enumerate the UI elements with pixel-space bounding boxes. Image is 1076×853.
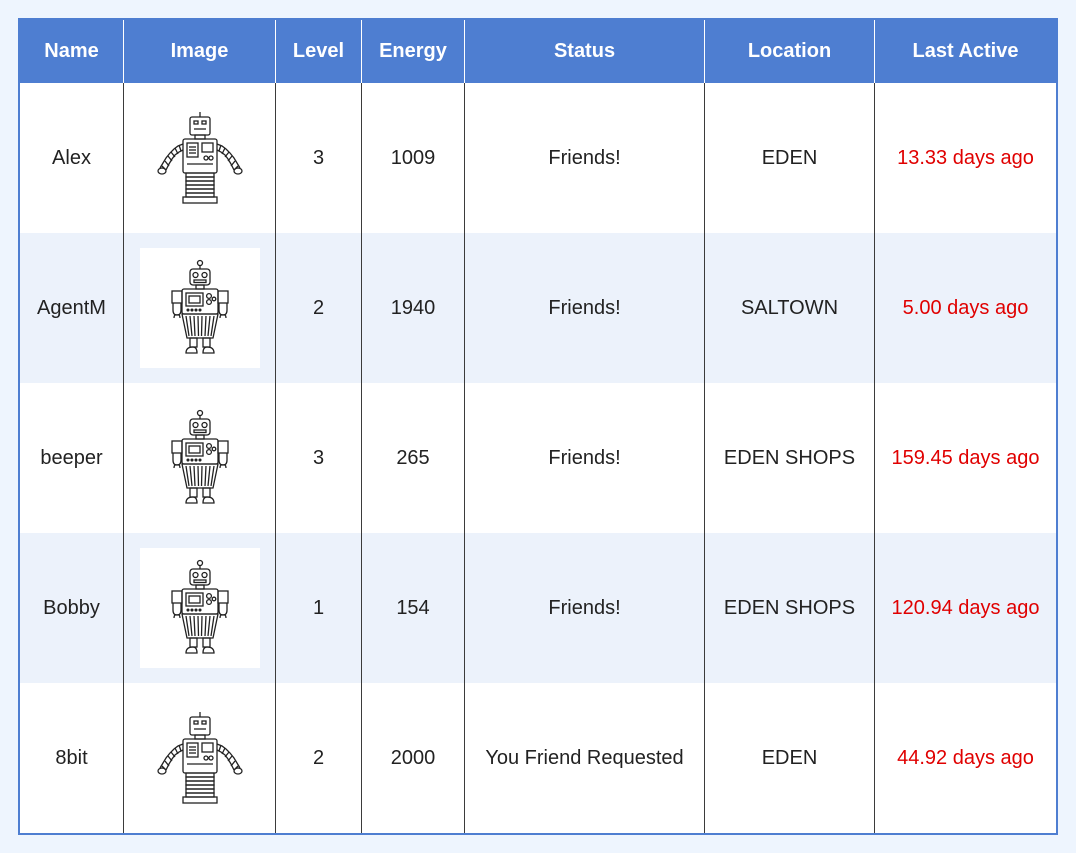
cell-status: Friends! [464,533,705,683]
cell-status: Friends! [464,383,705,533]
cell-image [123,683,276,833]
cell-energy: 1009 [361,83,465,233]
cell-last-active: 13.33 days ago [874,83,1056,233]
robot-skirt-icon [170,409,229,504]
cell-level: 3 [275,383,362,533]
cell-location: SALTOWN [704,233,875,383]
cell-level: 2 [275,683,362,833]
cell-status: Friends! [464,83,705,233]
cell-location: EDEN SHOPS [704,383,875,533]
cell-image [123,83,276,233]
header-energy[interactable]: Energy [361,20,465,83]
robot-skirt-icon [170,559,229,654]
cell-name[interactable]: beeper [20,383,124,533]
cell-last-active: 5.00 days ago [874,233,1056,383]
cell-energy: 1940 [361,233,465,383]
table-row[interactable]: Bobby 1 154 Friends! EDEN SHOPS 120.94 d… [20,533,1056,683]
cell-location: EDEN [704,683,875,833]
header-location[interactable]: Location [704,20,875,83]
table-row[interactable]: beeper 3 265 Friends! EDEN SHOPS 159.45 … [20,383,1056,533]
cell-level: 1 [275,533,362,683]
table-row[interactable]: 8bit 2 2000 You Friend Requested EDEN 44… [20,683,1056,833]
cell-level: 2 [275,233,362,383]
cell-status: You Friend Requested [464,683,705,833]
cell-energy: 265 [361,383,465,533]
table-row[interactable]: AgentM 2 1940 Friends! SALTOWN 5.00 days… [20,233,1056,383]
cell-image [123,383,276,533]
cell-last-active: 44.92 days ago [874,683,1056,833]
friends-table: Name Image Level Energy Status Location … [20,20,1056,833]
header-name[interactable]: Name [20,20,124,83]
header-image[interactable]: Image [123,20,276,83]
header-level[interactable]: Level [275,20,362,83]
cell-location: EDEN SHOPS [704,533,875,683]
cell-status: Friends! [464,233,705,383]
cell-energy: 2000 [361,683,465,833]
robot-image[interactable] [140,98,260,218]
cell-image [123,233,276,383]
cell-name[interactable]: Alex [20,83,124,233]
cell-energy: 154 [361,533,465,683]
table-row[interactable]: Alex 3 1009 Friends! EDEN 13.33 days ago [20,83,1056,233]
cell-name[interactable]: 8bit [20,683,124,833]
robot-image[interactable] [140,398,260,518]
cell-name[interactable]: AgentM [20,233,124,383]
cell-location: EDEN [704,83,875,233]
friends-table-container: Name Image Level Energy Status Location … [18,18,1058,835]
header-last-active[interactable]: Last Active [874,20,1056,83]
table-body: Alex 3 1009 Friends! EDEN 13.33 days ago… [20,83,1056,833]
cell-image [123,533,276,683]
robot-arms-out-icon [156,711,243,804]
robot-image[interactable] [139,248,260,368]
cell-last-active: 120.94 days ago [874,533,1056,683]
cell-last-active: 159.45 days ago [874,383,1056,533]
robot-image[interactable] [139,548,260,668]
robot-image[interactable] [140,698,260,818]
robot-skirt-icon [170,259,229,354]
header-row: Name Image Level Energy Status Location … [20,20,1056,83]
header-status[interactable]: Status [464,20,705,83]
table-header: Name Image Level Energy Status Location … [20,20,1056,83]
cell-name[interactable]: Bobby [20,533,124,683]
robot-arms-out-icon [156,111,243,204]
cell-level: 3 [275,83,362,233]
